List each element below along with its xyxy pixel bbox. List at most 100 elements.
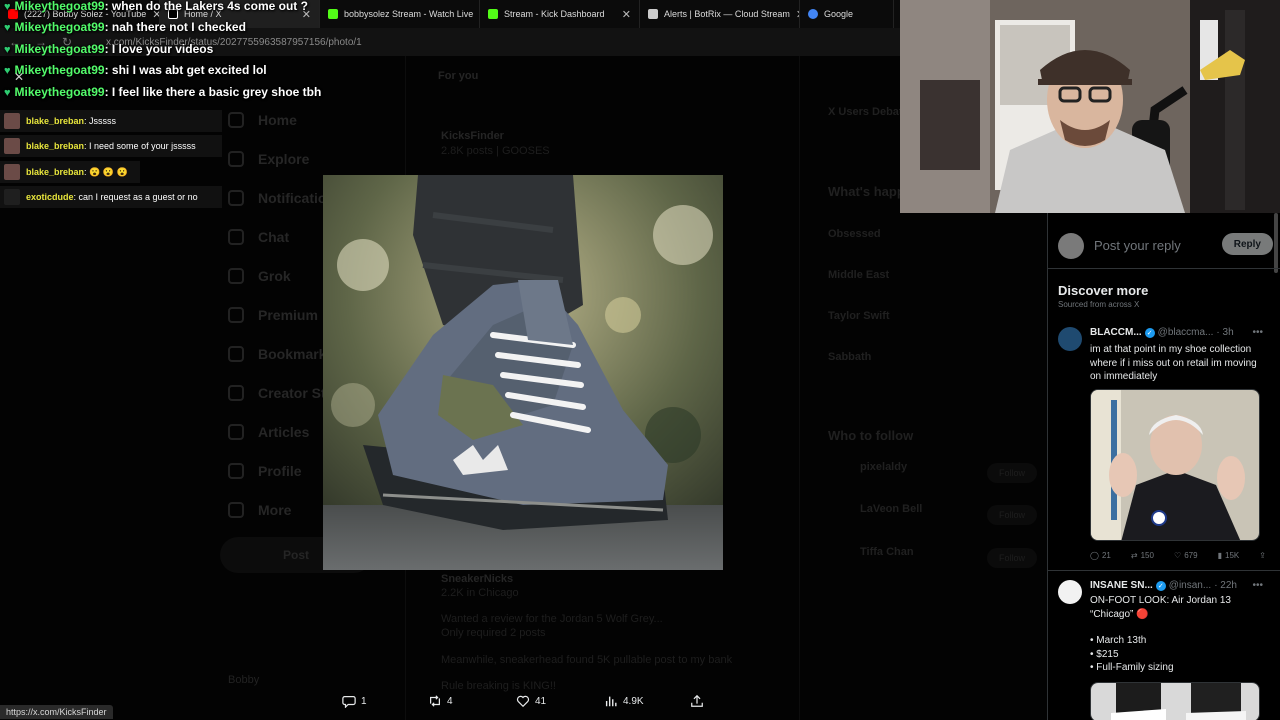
nav-item-home[interactable]: Home xyxy=(228,100,358,139)
kick-icon xyxy=(488,9,498,19)
like-action[interactable]: ♡ 679 xyxy=(1174,551,1198,560)
reply-input[interactable]: Post your reply xyxy=(1094,238,1181,253)
trend-item[interactable]: Sabbath xyxy=(828,351,871,363)
tweet-text-line: • March 13th xyxy=(1090,635,1147,646)
sneaker-image xyxy=(323,175,723,570)
sneaker-photo[interactable] xyxy=(323,175,723,570)
more-options-icon[interactable]: ••• xyxy=(1252,327,1263,338)
chat-text: : when do the Lakers 4s come out ? xyxy=(104,0,308,13)
share-icon xyxy=(691,694,703,707)
more-circle-icon xyxy=(228,501,244,518)
views-action[interactable]: ▮ 15K xyxy=(1218,551,1240,560)
tweet-author-name[interactable]: BLACCM... xyxy=(1090,327,1142,338)
follow-suggestion-name[interactable]: Tiffa Chan xyxy=(860,546,914,558)
tweet-time: · 3h xyxy=(1216,327,1234,338)
reply-author: SneakerNicks xyxy=(441,573,514,585)
share-icon: ⇪ xyxy=(1259,551,1266,560)
reply-button[interactable]: Reply xyxy=(1221,233,1273,255)
repost-action[interactable]: 4 xyxy=(428,694,453,708)
reply-line: Only required 2 posts xyxy=(441,627,546,639)
reply-action[interactable]: 1 xyxy=(342,694,367,708)
streamer-webcam-image xyxy=(900,0,1280,213)
person-icon xyxy=(228,462,244,479)
grok-icon xyxy=(228,267,244,284)
trend-item[interactable]: Taylor Swift xyxy=(828,310,890,322)
chat-text: : I love your videos xyxy=(104,42,214,56)
x-reply-panel: Post your reply Reply Discover more Sour… xyxy=(1047,213,1280,720)
bell-icon xyxy=(228,189,244,206)
chat-message: ♥ Mikeythegoat99: I feel like there a bas… xyxy=(4,85,321,99)
close-icon[interactable]: ✕ xyxy=(622,8,631,21)
follow-suggestion-name[interactable]: LaVeon Bell xyxy=(860,503,922,515)
tab-botrix[interactable]: Alerts | BotRix — Cloud Stream ✕ xyxy=(640,0,800,28)
chat-username: Mikeythegoat99 xyxy=(14,85,105,99)
tab-label: Alerts | BotRix — Cloud Stream xyxy=(664,9,790,19)
avatar xyxy=(1058,327,1082,351)
like-action[interactable]: 41 xyxy=(516,694,546,708)
views-action[interactable]: 4.9K xyxy=(604,694,644,708)
lightning-icon xyxy=(228,384,244,401)
share-action[interactable]: ⇪ xyxy=(1259,551,1266,560)
tweet-media[interactable] xyxy=(1090,682,1260,720)
tweet-author-name[interactable]: INSANE SN... xyxy=(1090,580,1153,591)
search-icon xyxy=(228,150,244,167)
like-count: 679 xyxy=(1184,551,1198,560)
feed-tab[interactable]: For you xyxy=(438,70,478,82)
verified-badge-icon: ✓ xyxy=(1144,327,1155,338)
reply-line: Rule breaking is KING!! xyxy=(441,680,556,692)
trend-item[interactable]: Middle East xyxy=(828,269,889,281)
view-count: 4.9K xyxy=(623,695,644,707)
follow-suggestion-name[interactable]: pixelaldy xyxy=(860,461,907,473)
google-icon xyxy=(808,9,818,19)
x-logo-icon xyxy=(228,306,244,323)
chat-text: : I need some of your jsssss xyxy=(84,141,196,151)
reply-action[interactable]: ◯ 21 xyxy=(1090,551,1111,560)
bookmark-icon xyxy=(228,345,244,362)
account-switcher[interactable]: Bobby xyxy=(228,674,259,686)
tweet-media[interactable] xyxy=(1090,389,1260,541)
screen: (2227) Bobby Solez - YouTube ✕ Home / X … xyxy=(0,0,1280,720)
chat-message: blake_breban: 😮 😮 😮 xyxy=(0,161,140,183)
follow-button[interactable]: Follow xyxy=(987,463,1037,483)
repost-count: 4 xyxy=(447,695,453,707)
verified-badge-icon: ✓ xyxy=(1155,580,1166,591)
view-count: 15K xyxy=(1225,551,1240,560)
tweet-text-line: • Full-Family sizing xyxy=(1090,662,1174,673)
tab-kick-stream[interactable]: bobbysolez Stream - Watch Live ✕ xyxy=(320,0,480,28)
views-chart-icon: ▮ xyxy=(1217,551,1222,560)
chat-username: blake_breban xyxy=(26,141,85,151)
nav-item-explore[interactable]: Explore xyxy=(228,139,358,178)
tab-kick-dashboard[interactable]: Stream - Kick Dashboard ✕ xyxy=(480,0,640,28)
heart-icon: ♡ xyxy=(1174,551,1182,560)
tab-label: Stream - Kick Dashboard xyxy=(504,9,605,19)
tweet-handle[interactable]: @blaccma... xyxy=(1158,327,1214,338)
reply-line: Wanted a review for the Jordan 5 Wolf Gr… xyxy=(441,613,663,625)
chat-message: ♥ Mikeythegoat99: nah there not I checked xyxy=(4,20,246,34)
nav-label: Grok xyxy=(258,267,291,284)
tweet-time: · 22h xyxy=(1214,580,1237,591)
chat-message: ♥ Mikeythegoat99: I love your videos xyxy=(4,42,213,56)
trend-item[interactable]: Obsessed xyxy=(828,228,881,240)
chat-text: : Jsssss xyxy=(84,116,117,126)
reply-count: 1 xyxy=(361,695,367,707)
more-options-icon[interactable]: ••• xyxy=(1252,580,1263,591)
chat-username: Mikeythegoat99 xyxy=(14,0,105,13)
avatar xyxy=(1058,232,1084,259)
tweet-text: im at that point in my shoe collection w… xyxy=(1090,344,1257,382)
chat-username: Mikeythegoat99 xyxy=(14,42,105,56)
avatar xyxy=(4,189,20,205)
follow-button[interactable]: Follow xyxy=(987,548,1037,568)
follow-button[interactable]: Follow xyxy=(987,505,1037,525)
article-icon xyxy=(228,423,244,440)
like-count: 41 xyxy=(535,695,547,707)
tweet-handle[interactable]: @insan... xyxy=(1169,580,1211,591)
avatar xyxy=(4,113,20,129)
repost-action[interactable]: ⇄ 150 xyxy=(1131,551,1154,560)
botrix-icon xyxy=(648,9,658,19)
close-photo-icon[interactable]: ✕ xyxy=(14,70,24,84)
nav-label: More xyxy=(258,501,292,518)
reply-composer: Post your reply Reply xyxy=(1048,223,1280,269)
tab-google[interactable]: Google xyxy=(800,0,894,28)
share-action[interactable] xyxy=(690,694,704,708)
heart-icon: ♥ xyxy=(4,44,11,56)
